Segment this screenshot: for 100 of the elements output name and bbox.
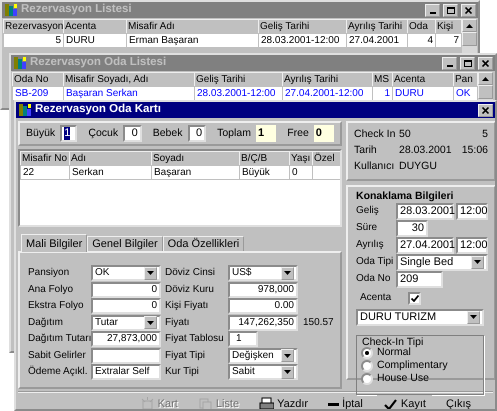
max-button[interactable] (460, 56, 475, 70)
field-label: Ayrılış (356, 239, 385, 252)
scroll-up-button[interactable] (478, 72, 493, 85)
column-header[interactable]: Misafir No (20, 152, 70, 166)
app-icon (13, 56, 27, 70)
section-title: Konaklama Bilgileri (356, 190, 454, 203)
field-label: Ödeme Açıkl. (28, 366, 88, 378)
checkbox[interactable] (408, 292, 421, 305)
dropdown-field[interactable]: OK (91, 265, 161, 282)
count-field[interactable]: 0 (123, 125, 142, 142)
number-field[interactable]: 0 (91, 298, 161, 314)
close-button[interactable] (478, 56, 493, 70)
column-header[interactable]: Acenta (64, 20, 126, 34)
table-cell: Büyük (240, 166, 290, 180)
column-header[interactable]: Yaşı (290, 152, 312, 166)
close-icon (482, 106, 489, 114)
close-button[interactable] (461, 4, 476, 16)
dropdown-button[interactable] (281, 266, 294, 280)
dropdown-field[interactable]: US$ (228, 265, 298, 282)
tab[interactable]: Genel Bilgiler (87, 236, 163, 252)
column-header[interactable]: Soyadı (152, 152, 240, 166)
dropdown-button[interactable] (471, 256, 484, 269)
field-label: Fiyat Tablosu (165, 333, 225, 346)
info-value: DUYGU (399, 160, 438, 174)
value-text: 150.57 (303, 316, 334, 329)
time-field[interactable]: 12:00 (456, 202, 488, 220)
time-field[interactable]: 12:00 (456, 236, 488, 254)
field-label: Çocuk (88, 127, 118, 140)
number-field[interactable]: 0 (91, 282, 161, 298)
tab[interactable]: Mali Bilgiler (21, 234, 88, 252)
dropdown-field[interactable]: Değişken (228, 348, 298, 364)
window-title: Rezervasyon Oda Listesi (30, 56, 168, 70)
dropdown-field[interactable]: Tutar (91, 314, 161, 331)
min-button[interactable] (442, 56, 457, 70)
dropdown-field[interactable]: DURU TURIZM (356, 308, 484, 326)
table-cell: 5 (4, 34, 64, 48)
printer-icon (259, 396, 274, 409)
scroll-up-button[interactable] (462, 19, 477, 32)
window-title: Rezervasyon Oda Kartı (35, 103, 162, 117)
column-header[interactable]: Kişi (436, 20, 462, 34)
text-field[interactable]: 209 (396, 270, 443, 288)
column-header[interactable]: Misafir Adı (126, 20, 258, 34)
caret-icon (470, 315, 477, 320)
column-header[interactable]: Misafir Soyadı, Adı (64, 72, 194, 86)
column-header[interactable]: Acenta (392, 72, 454, 86)
column-header[interactable]: Ayrılış Tarihi (282, 72, 372, 86)
number-field[interactable]: 1 (228, 331, 258, 348)
dropdown-field[interactable]: Single Bed (396, 254, 488, 271)
field-label: Ekstra Folyo (28, 300, 85, 312)
table-cell: 28.03.2001-12:00 (258, 34, 346, 48)
date-field[interactable]: 27.04.2001 (396, 236, 454, 254)
column-header[interactable]: Ayrılış Tarihi (346, 20, 408, 34)
dropdown-field[interactable]: Sabit (228, 364, 298, 380)
number-field[interactable]: 27,873,000 (91, 331, 161, 348)
caret-icon (147, 320, 154, 325)
field-label: Sabit Gelirler (28, 350, 87, 362)
field-label: Geliş (356, 205, 380, 218)
column-header[interactable]: Oda No (12, 72, 64, 86)
count-field[interactable]: 1 (60, 125, 78, 142)
number-field[interactable]: 30 (396, 220, 428, 237)
max-button[interactable] (443, 4, 458, 16)
dropdown-button[interactable] (144, 266, 157, 280)
column-header[interactable]: MS (372, 72, 392, 86)
field-label: Bebek (152, 127, 182, 140)
scroll-thumb[interactable] (478, 85, 493, 99)
column-header[interactable]: Geliş Tarihi (258, 20, 346, 34)
info-label: Kullanıcı (354, 160, 396, 174)
dropdown-button[interactable] (281, 349, 294, 362)
radio-label: House Use (377, 372, 429, 385)
table-cell: 0 (290, 166, 312, 180)
caret-icon (284, 271, 291, 276)
number-field[interactable]: 147,262,350 (228, 314, 298, 331)
number-field[interactable]: 978,000 (228, 282, 298, 298)
tab[interactable]: Oda Özellikleri (162, 236, 244, 252)
column-header[interactable]: Rezervasyon (4, 20, 64, 34)
text-field[interactable]: Extralar Self (91, 364, 161, 380)
column-header[interactable]: Adı (70, 152, 152, 166)
radio-button[interactable] (361, 360, 373, 372)
column-header[interactable]: Oda (408, 20, 436, 34)
dropdown-button[interactable] (281, 366, 294, 379)
column-header[interactable]: Özel (312, 152, 340, 166)
date-field[interactable]: 28.03.2001 (396, 202, 454, 220)
min-button[interactable] (425, 4, 440, 16)
up-arrow-icon (466, 24, 473, 28)
count-value: 1 (256, 125, 276, 142)
info-value: 50 (399, 128, 412, 142)
count-field[interactable]: 0 (188, 125, 206, 142)
radio-button[interactable] (361, 372, 373, 385)
text-field[interactable] (91, 348, 161, 364)
scroll-thumb[interactable] (462, 32, 477, 46)
dropdown-button[interactable] (467, 310, 480, 324)
dropdown-button[interactable] (144, 316, 157, 330)
close-button[interactable] (478, 104, 493, 116)
column-header[interactable]: Geliş Tarihi (194, 72, 282, 86)
field-label: Kur Tipi (165, 366, 200, 378)
toolbar-button[interactable]: Kayıt (376, 394, 432, 409)
column-header[interactable]: Pan (454, 72, 478, 86)
number-field[interactable]: 0.00 (228, 298, 298, 314)
column-header[interactable]: B/Ç/B (240, 152, 290, 166)
caret-icon (474, 260, 481, 264)
